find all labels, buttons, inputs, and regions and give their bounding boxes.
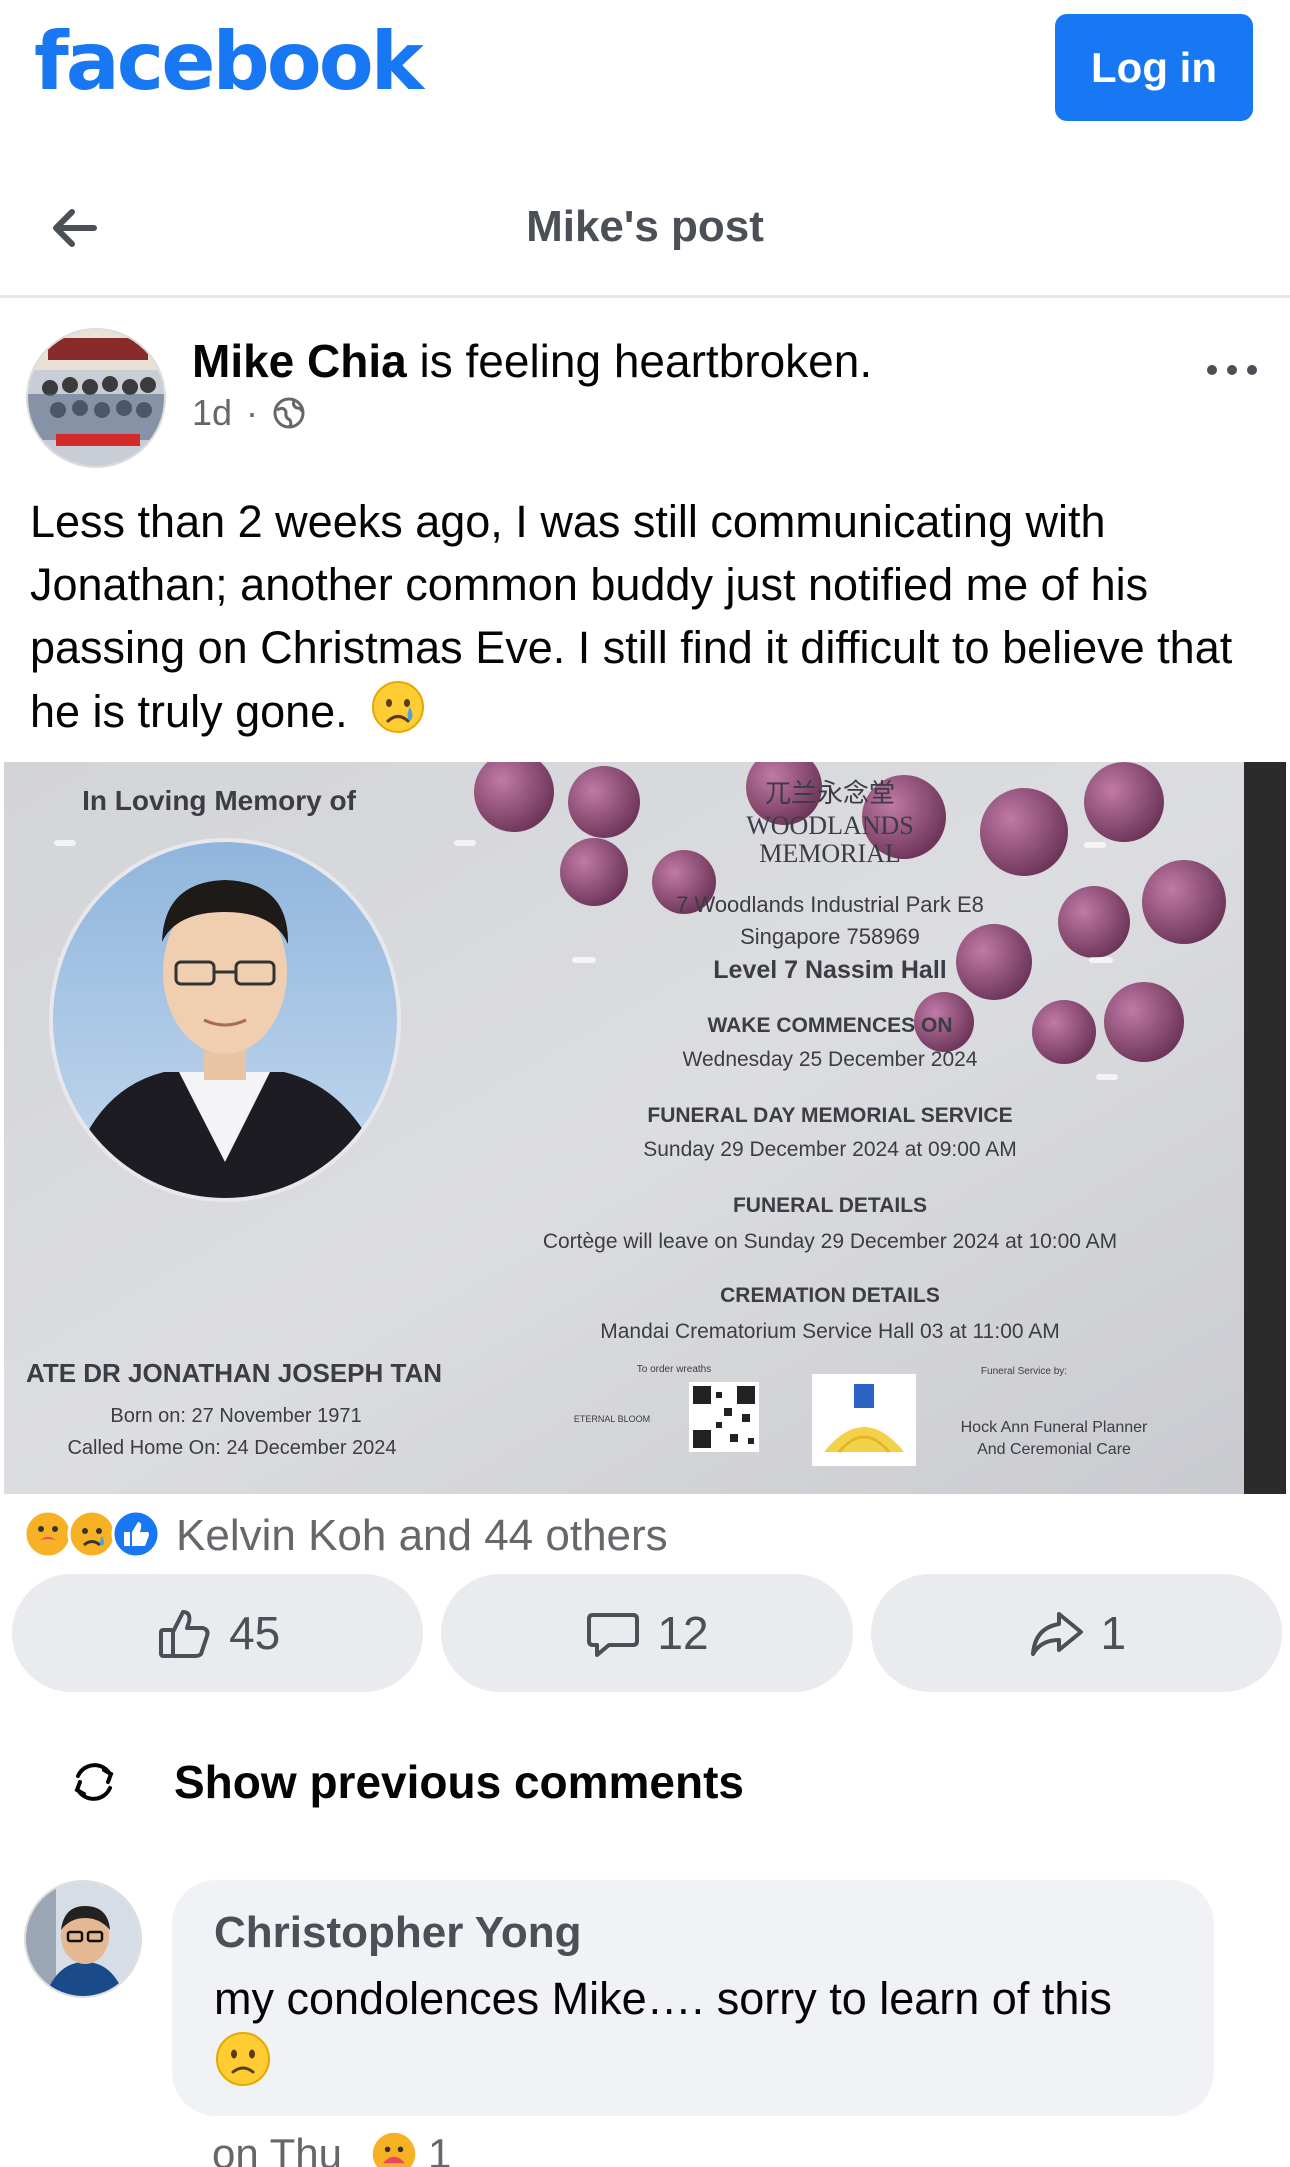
img-address1: 7 Woodlands Industrial Park E8 [676,892,984,917]
author-avatar[interactable] [26,328,166,468]
memorial-photo[interactable]: In Loving Memory of 兀兰永念堂 WOODLANDS MEMO… [4,762,1286,1494]
post-text: Less than 2 weeks ago, I was still commu… [30,490,1260,743]
author-name[interactable]: Mike Chia [192,335,407,387]
share-button[interactable]: 1 [870,1574,1282,1692]
show-previous-label[interactable]: Show previous comments [174,1755,744,1809]
like-count: 45 [229,1607,281,1659]
img-cremation-value: Mandai Crematorium Service Hall 03 at 11… [600,1320,1059,1343]
img-service-by: Funeral Service by: [981,1366,1067,1377]
img-wake-heading: WAKE COMMENCES ON [707,1014,952,1037]
more-options-icon[interactable] [1202,355,1262,385]
refresh-icon [74,1763,114,1801]
top-bar: facebook Log in [0,0,1290,140]
img-wreaths: To order wreaths [637,1364,711,1375]
funeral-planner-logo [812,1374,916,1466]
comment-icon [587,1613,640,1657]
post-body: Less than 2 weeks ago, I was still commu… [30,496,1233,737]
img-details-value: Cortège will leave on Sunday 29 December… [543,1230,1117,1253]
comment-body: my condolences Mike…. sorry to learn of … [214,1973,1112,2024]
share-icon [1030,1612,1083,1656]
post-meta: 1d · [192,392,306,434]
feeling-text: is feeling heartbroken. [406,335,873,387]
login-button[interactable]: Log in [1055,14,1253,121]
like-button[interactable]: 45 [12,1574,424,1692]
comment-count: 12 [657,1607,709,1659]
comment-text: my condolences Mike…. sorry to learn of … [214,1968,1172,2094]
slightly-frowning-emoji-icon [216,2032,270,2086]
img-born: Born on: 27 November 1971 [110,1405,361,1427]
comment-footer: on Thu 1 [212,2130,451,2167]
img-in-memory: In Loving Memory of [82,785,356,816]
care-reaction-icon [372,2132,416,2167]
img-hall: Level 7 Nassim Hall [713,956,946,984]
commenter-avatar[interactable] [24,1880,142,1998]
share-count: 1 [1100,1607,1127,1659]
comment-button[interactable]: 12 [441,1574,853,1692]
comment-time[interactable]: on Thu [212,2130,342,2167]
reactions-text[interactable]: Kelvin Koh and 44 others [176,1511,668,1561]
post-actions: 45 12 1 [12,1574,1282,1692]
img-address2: Singapore 758969 [740,924,920,949]
qr-code [689,1382,759,1452]
img-venue2: MEMORIAL [759,839,901,868]
img-deceased-name: ATE DR JONATHAN JOSEPH TAN [26,1358,442,1388]
page-title: Mike's post [526,202,764,251]
post-nav-bar: Mike's post [0,168,1290,298]
img-called-home: Called Home On: 24 December 2024 [67,1437,396,1459]
facebook-logo[interactable]: facebook [34,22,424,102]
author-line: Mike Chia is feeling heartbroken. [192,334,872,388]
img-funeral-value: Sunday 29 December 2024 at 09:00 AM [643,1138,1017,1161]
img-wake-value: Wednesday 25 December 2024 [683,1048,978,1071]
reaction-icons [22,1508,162,1565]
img-funeral-heading: FUNERAL DAY MEMORIAL SERVICE [647,1104,1012,1127]
meta-separator: · [246,392,259,433]
globe-icon [273,397,305,429]
thumbs-up-icon [159,1610,210,1658]
show-previous-comments[interactable]: Show previous comments [64,1752,744,1812]
img-planner2: And Ceremonial Care [977,1441,1131,1458]
comment-reactions[interactable]: 1 [370,2130,451,2167]
img-planner1: Hock Ann Funeral Planner [961,1419,1148,1436]
commenter-name[interactable]: Christopher Yong [214,1908,1172,1958]
reactions-summary[interactable]: Kelvin Koh and 44 others [22,1508,668,1564]
comment-bubble: Christopher Yong my condolences Mike…. s… [172,1880,1214,2116]
img-chinese: 兀兰永念堂 [765,779,895,809]
img-cremation-heading: CREMATION DETAILS [720,1284,940,1307]
like-reaction-icon [110,1508,162,1565]
post-time[interactable]: 1d [192,392,232,434]
img-venue1: WOODLANDS [746,811,914,840]
img-details-heading: FUNERAL DETAILS [733,1194,927,1217]
crying-face-emoji-icon [372,681,425,733]
comment-reaction-count: 1 [428,2130,452,2167]
img-eternal-bloom: ETERNAL BLOOM [574,1414,650,1424]
